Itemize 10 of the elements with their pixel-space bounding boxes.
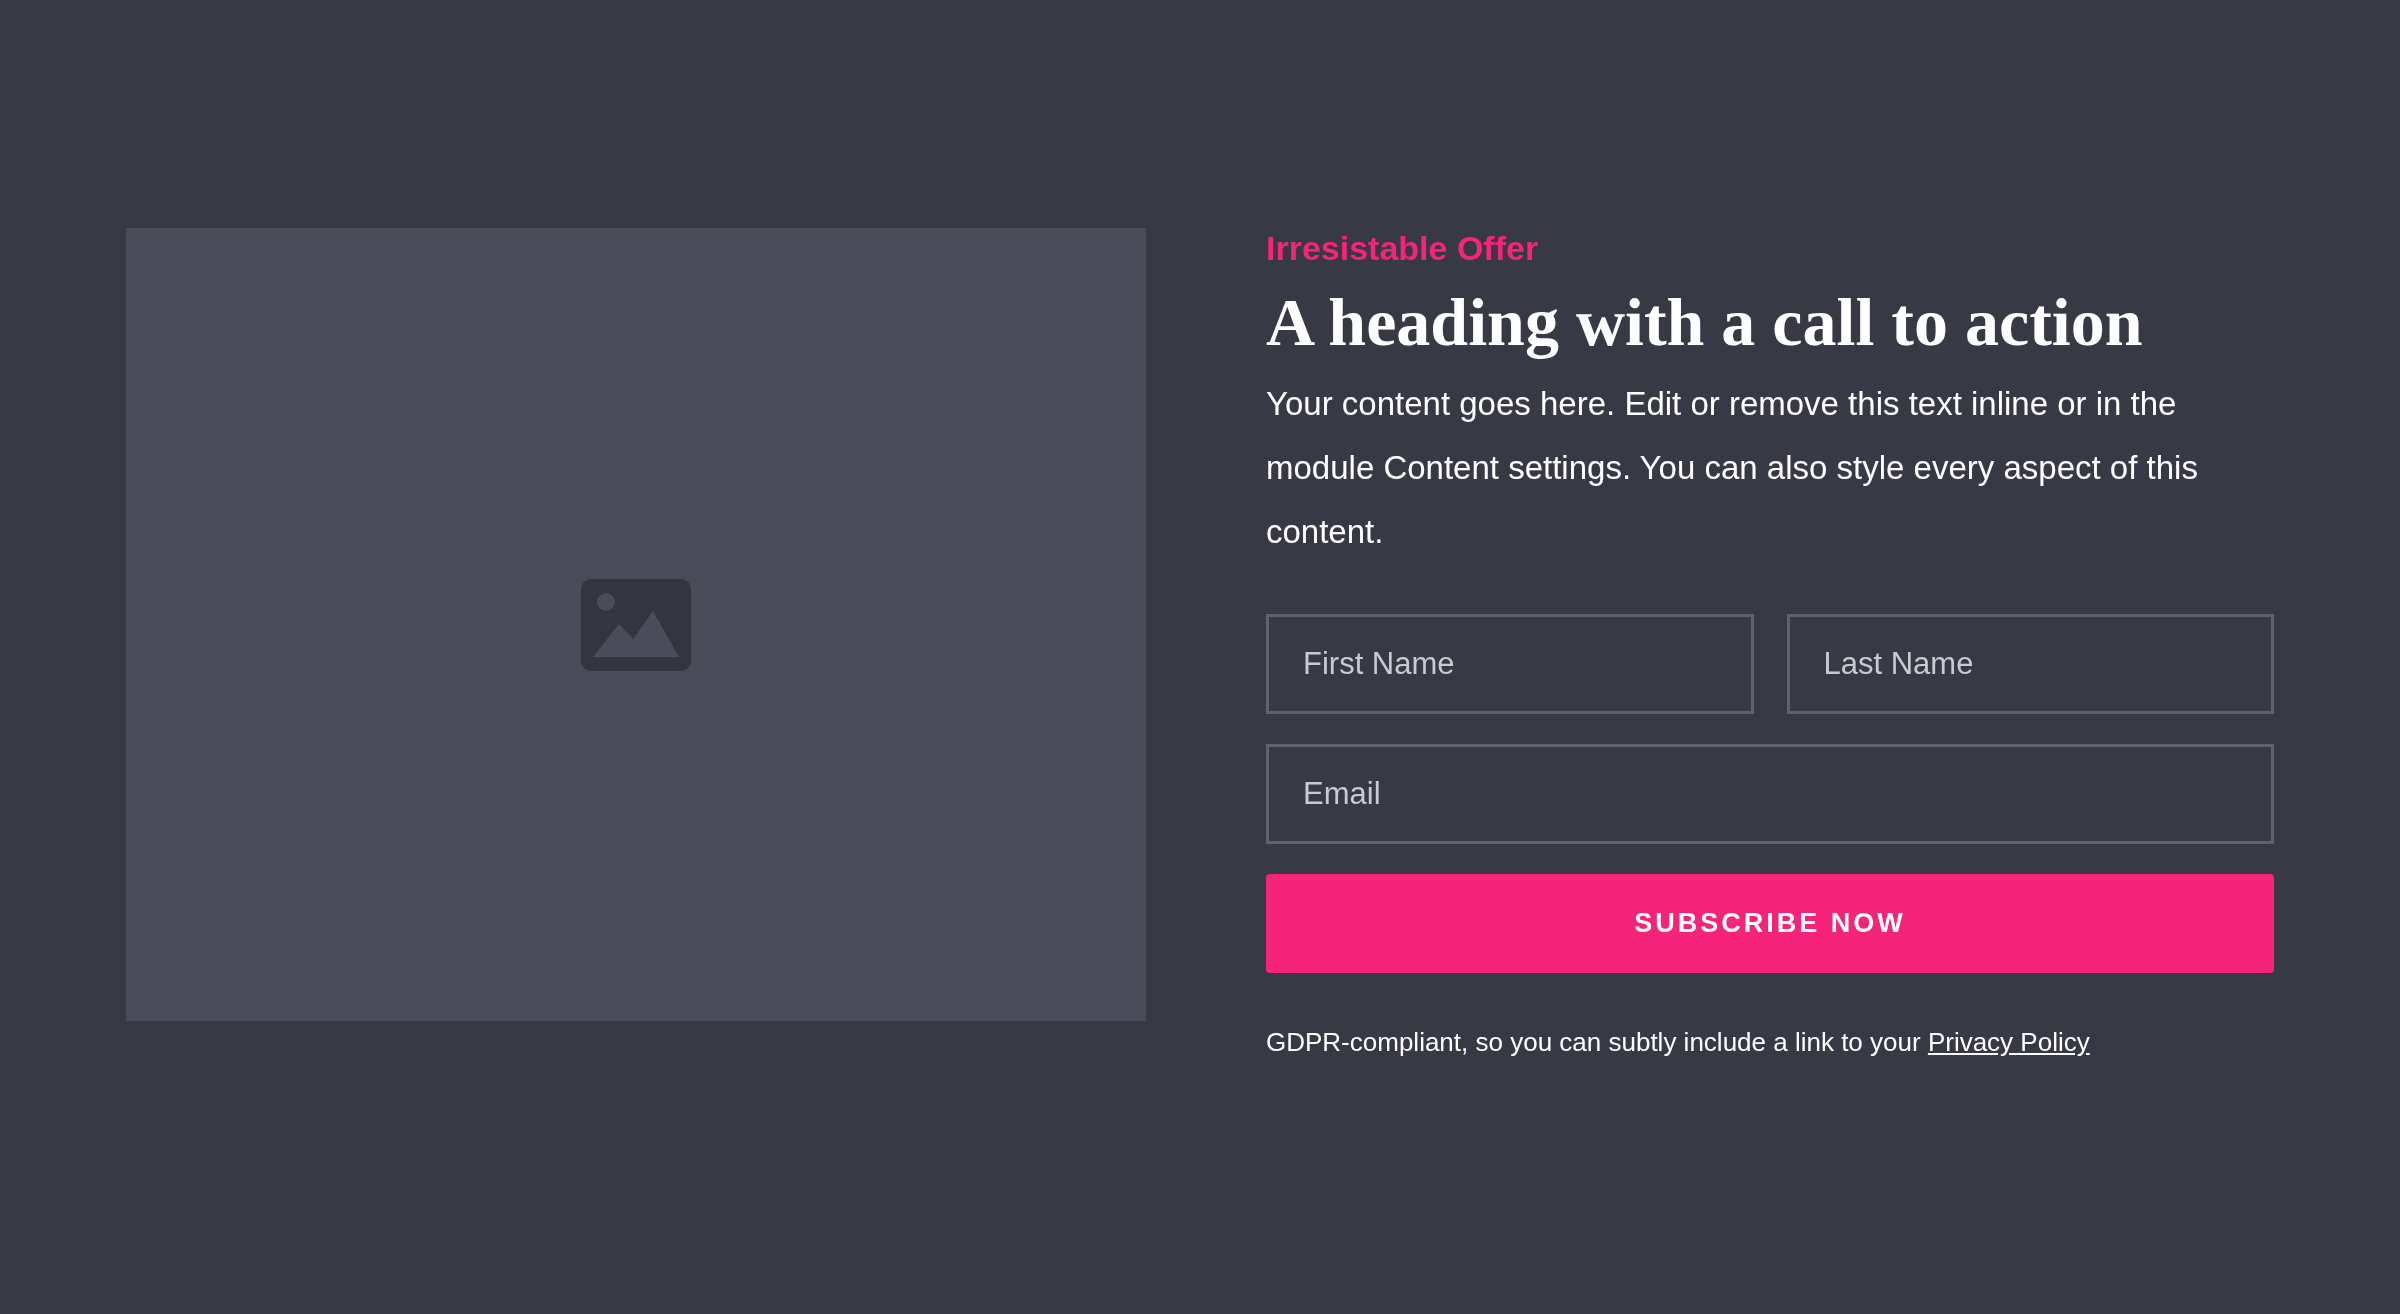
body-text: Your content goes here. Edit or remove this text inline or in the module Content settings. You can also style every aspect of this content. (1266, 384, 2199, 552)
email-field[interactable]: Email (1266, 744, 2274, 844)
eyebrow-text: Irresistable Offer (1266, 228, 1540, 268)
privacy-policy-link[interactable]: Privacy Policy (1927, 1027, 2090, 1057)
gdpr-note: GDPR-compliant, so you can subtly include a link to your Privacy Policy (1266, 1026, 2091, 1059)
subscribe-button[interactable]: SUBSCRIBE NOW (1266, 874, 2274, 973)
last-name-field[interactable]: Last Name (1786, 614, 2274, 714)
first-name-field[interactable]: First Name (1266, 614, 1754, 714)
heading: A heading with a call to action (1266, 283, 2144, 362)
image-icon (581, 578, 691, 671)
